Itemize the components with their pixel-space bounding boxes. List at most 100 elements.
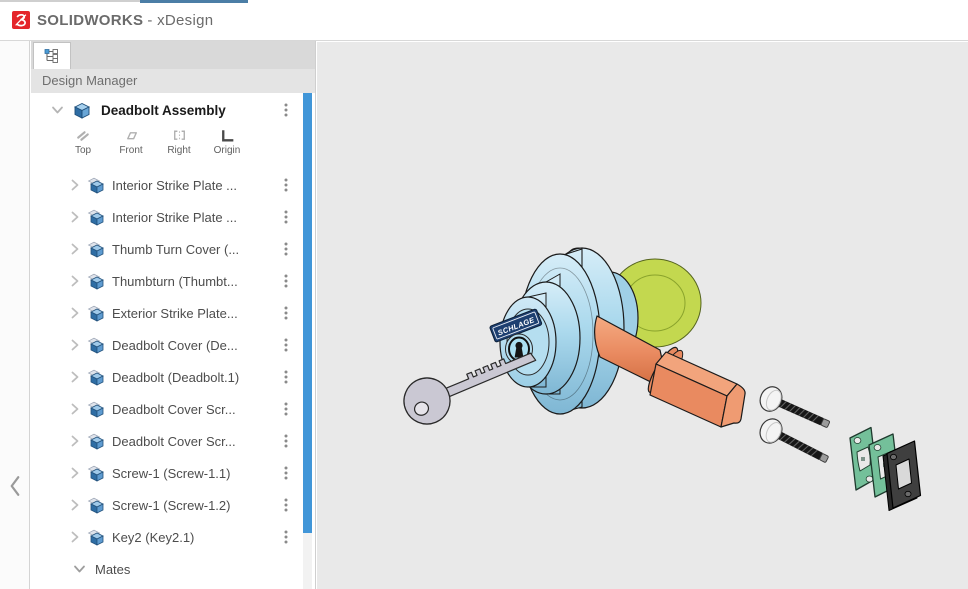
part-icon xyxy=(87,337,104,354)
chevron-right-icon[interactable] xyxy=(71,339,79,351)
front-plane-icon xyxy=(126,132,137,140)
component-label: Deadbolt Cover (De... xyxy=(112,337,238,353)
design-tree: Deadbolt Assembly Top Front Right Origin… xyxy=(31,93,315,589)
plane-label: Right xyxy=(167,145,191,156)
more-options-icon[interactable] xyxy=(284,242,288,256)
chevron-down-icon[interactable] xyxy=(51,106,64,114)
app-title: SOLIDWORKS - xDesign xyxy=(37,12,213,29)
tree-component-row[interactable]: Interior Strike Plate ... xyxy=(31,169,315,201)
top-accent-gray xyxy=(0,0,140,2)
tree-component-row[interactable]: Key2 (Key2.1) xyxy=(31,521,315,553)
part-icon xyxy=(87,401,104,418)
component-label: Exterior Strike Plate... xyxy=(112,305,238,321)
more-options-icon[interactable] xyxy=(284,338,288,352)
collapse-panel-icon[interactable] xyxy=(8,475,22,497)
3ds-logo xyxy=(12,11,30,29)
tab-design-manager[interactable] xyxy=(33,42,71,69)
component-label: Screw-1 (Screw-1.2) xyxy=(112,497,231,513)
component-list: Interior Strike Plate ... Interior Strik… xyxy=(31,169,315,553)
chevron-right-icon[interactable] xyxy=(71,531,79,543)
plane-label: Front xyxy=(119,145,143,156)
part-icon xyxy=(87,529,104,546)
origin-icon xyxy=(221,130,233,142)
app-title-app: - xDesign xyxy=(147,12,214,29)
chevron-right-icon[interactable] xyxy=(71,211,79,223)
chevron-right-icon[interactable] xyxy=(71,467,79,479)
more-options-icon[interactable] xyxy=(284,210,288,224)
app-title-brand: SOLIDWORKS xyxy=(37,12,144,29)
design-tree-icon xyxy=(44,49,58,63)
component-label: Deadbolt (Deadbolt.1) xyxy=(112,369,240,385)
more-options-icon[interactable] xyxy=(284,103,288,117)
component-label: Interior Strike Plate ... xyxy=(112,177,237,193)
deadbolt-assembly-3d-scene: SCHLAGE xyxy=(403,247,922,511)
panel-tabstrip xyxy=(31,41,315,69)
more-options-icon[interactable] xyxy=(284,402,288,416)
component-label: Screw-1 (Screw-1.1) xyxy=(112,465,231,481)
component-label: Deadbolt Cover Scr... xyxy=(112,433,236,449)
part-icon xyxy=(87,209,104,226)
more-options-icon[interactable] xyxy=(284,306,288,320)
plane-top[interactable]: Top xyxy=(59,127,107,156)
chevron-right-icon[interactable] xyxy=(71,243,79,255)
3ds-compass-icon xyxy=(15,13,27,27)
left-rail xyxy=(0,41,30,589)
tree-component-row[interactable]: Deadbolt Cover Scr... xyxy=(31,425,315,457)
tree-component-row[interactable]: Deadbolt (Deadbolt.1) xyxy=(31,361,315,393)
reference-planes-row: Top Front Right Origin xyxy=(31,127,315,169)
tree-mates-row[interactable]: Mates xyxy=(31,553,315,585)
chevron-right-icon[interactable] xyxy=(71,403,79,415)
part-icon xyxy=(87,465,104,482)
part-icon xyxy=(87,497,104,514)
chevron-right-icon[interactable] xyxy=(71,371,79,383)
chevron-right-icon[interactable] xyxy=(71,179,79,191)
part-icon xyxy=(87,241,104,258)
tree-component-row[interactable]: Deadbolt Cover (De... xyxy=(31,329,315,361)
top-accent-blue xyxy=(140,0,248,3)
component-label: Deadbolt Cover Scr... xyxy=(112,401,236,417)
part-icon xyxy=(87,273,104,290)
component-label: Interior Strike Plate ... xyxy=(112,209,237,225)
more-options-icon[interactable] xyxy=(284,466,288,480)
part-icon xyxy=(87,305,104,322)
design-manager-panel: Design Manager Deadbolt Assembly Top Fro… xyxy=(31,41,316,589)
component-label: Thumbturn (Thumbt... xyxy=(112,273,238,289)
tree-component-row[interactable]: Thumb Turn Cover (... xyxy=(31,233,315,265)
tree-component-row[interactable]: Screw-1 (Screw-1.2) xyxy=(31,489,315,521)
plane-label: Origin xyxy=(213,145,241,156)
part-icon xyxy=(87,369,104,386)
assembly-name: Deadbolt Assembly xyxy=(101,102,226,118)
component-label: Thumb Turn Cover (... xyxy=(112,241,240,257)
app-header: SOLIDWORKS - xDesign xyxy=(0,0,968,41)
assembly-icon xyxy=(73,102,91,119)
plane-front[interactable]: Front xyxy=(107,127,155,156)
component-label: Key2 (Key2.1) xyxy=(112,529,195,545)
plane-right[interactable]: Right xyxy=(155,127,203,156)
chevron-down-icon[interactable] xyxy=(73,565,86,573)
panel-title: Design Manager xyxy=(31,69,315,93)
part-icon xyxy=(87,433,104,450)
more-options-icon[interactable] xyxy=(284,370,288,384)
chevron-right-icon[interactable] xyxy=(71,499,79,511)
chevron-right-icon[interactable] xyxy=(71,435,79,447)
more-options-icon[interactable] xyxy=(284,498,288,512)
tree-component-row[interactable]: Screw-1 (Screw-1.1) xyxy=(31,457,315,489)
plane-origin[interactable]: Origin xyxy=(203,127,251,156)
top-plane-icon xyxy=(76,131,89,141)
tree-component-row[interactable]: Interior Strike Plate ... xyxy=(31,201,315,233)
part-icon xyxy=(87,177,104,194)
more-options-icon[interactable] xyxy=(284,434,288,448)
panel-scrollbar-thumb[interactable] xyxy=(303,93,312,533)
tree-component-row[interactable]: Exterior Strike Plate... xyxy=(31,297,315,329)
tree-component-row[interactable]: Deadbolt Cover Scr... xyxy=(31,393,315,425)
chevron-right-icon[interactable] xyxy=(71,307,79,319)
viewport-3d[interactable]: SCHLAGE xyxy=(317,42,968,589)
more-options-icon[interactable] xyxy=(284,530,288,544)
more-options-icon[interactable] xyxy=(284,178,288,192)
tree-component-row[interactable]: Thumbturn (Thumbt... xyxy=(31,265,315,297)
mates-label: Mates xyxy=(95,561,131,577)
chevron-right-icon[interactable] xyxy=(71,275,79,287)
plane-label: Top xyxy=(74,145,92,156)
more-options-icon[interactable] xyxy=(284,274,288,288)
tree-assembly-row[interactable]: Deadbolt Assembly xyxy=(31,93,315,127)
